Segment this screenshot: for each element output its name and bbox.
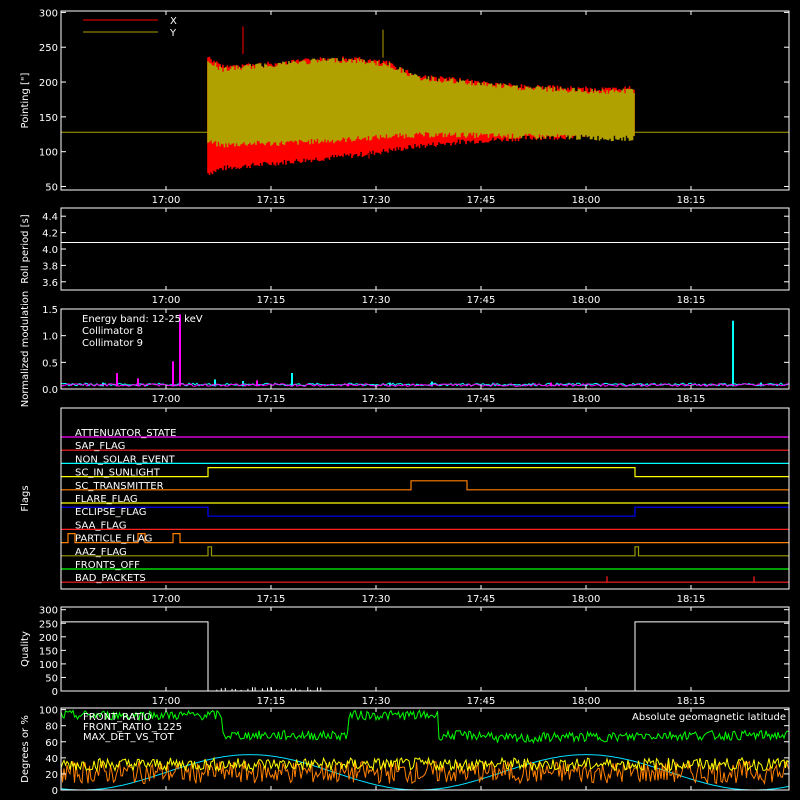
y-tick-label: 200 (39, 78, 58, 89)
y-axis-label: Degrees or % (20, 715, 31, 783)
x-tick-label: 18:00 (572, 594, 601, 605)
flag-line (61, 506, 789, 517)
y-tick-label: 0 (52, 786, 58, 797)
x-tick-label: 17:30 (362, 394, 391, 405)
flag-label: NON_SOLAR_EVENT (75, 454, 176, 465)
y-tick-label: 150 (39, 113, 58, 124)
flag-line (61, 480, 789, 491)
latitude-label: Absolute geomagnetic latitude (632, 712, 786, 723)
x-tick-label: 17:00 (152, 394, 181, 405)
series-front_ratio_1225 (60, 756, 789, 773)
flag-line (61, 576, 789, 583)
y-tick-label: 150 (39, 646, 58, 657)
x-tick-label: 18:00 (572, 195, 601, 206)
quality-line (61, 621, 789, 692)
y-tick-label: 60 (45, 738, 58, 749)
y-tick-label: 80 (45, 722, 58, 733)
y-tick-label: 40 (45, 754, 58, 765)
y-tick-label: 4.2 (42, 229, 58, 240)
flag-label: SC_TRANSMITTER (75, 481, 164, 492)
y-tick-label: 1.5 (42, 305, 58, 316)
x-tick-label: 17:00 (152, 295, 181, 306)
y-tick-label: 200 (39, 633, 58, 644)
y-axis-label: Normalized modulation (20, 291, 31, 408)
y-tick-label: 1.0 (42, 332, 58, 343)
y-tick-label: 250 (39, 43, 58, 54)
y-tick-label: 100 (39, 660, 58, 671)
figure: 17:00 17:15 17:30 17:45 18:00 18:15 Pointing [… (20, 8, 790, 797)
legend-label: Collimator 9 (82, 338, 143, 349)
x-tick-label: 17:15 (257, 195, 286, 206)
x-tick-label: 17:15 (257, 594, 286, 605)
energy-band-label: Energy band: 12-25 keV (82, 314, 203, 325)
y-tick-label: 0.0 (42, 385, 58, 396)
x-tick-label: 17:00 (152, 195, 181, 206)
y-axis-label: Flags (20, 485, 31, 511)
x-tick-label: 17:15 (257, 394, 286, 405)
flag-label: AAZ_FLAG (75, 547, 127, 558)
x-tick-label: 18:15 (677, 696, 706, 707)
x-tick-label: 17:45 (467, 295, 496, 306)
flag-label: ECLIPSE_FLAG (75, 507, 146, 518)
x-tick-label: 17:30 (362, 696, 391, 707)
x-tick-label: 17:45 (467, 195, 496, 206)
flag-line (61, 533, 789, 544)
x-tick-label: 17:15 (257, 295, 286, 306)
plot-frame-quality (60, 606, 790, 692)
x-tick-label: 18:15 (677, 594, 706, 605)
flag-label: FRONTS_OFF (75, 560, 140, 571)
series-max_det_vs_tot (60, 760, 789, 786)
x-tick-label: 17:00 (152, 594, 181, 605)
x-tick-label: 17:30 (362, 195, 391, 206)
x-tick-label: 18:15 (677, 195, 706, 206)
flag-label: SAA_FLAG (75, 520, 126, 531)
x-tick-label: 17:00 (152, 696, 181, 707)
flag-line (61, 546, 789, 557)
x-tick-label: 18:00 (572, 295, 601, 306)
flag-label: SC_IN_SUNLIGHT (75, 468, 161, 479)
y-axis-label: Pointing ["] (20, 72, 31, 128)
x-tick-label: 18:00 (572, 696, 601, 707)
y-tick-label: 3.8 (42, 261, 58, 272)
x-tick-label: 17:15 (257, 696, 286, 707)
flag-line (61, 467, 789, 478)
x-tick-label: 17:45 (467, 394, 496, 405)
y-tick-label: 4.0 (42, 245, 58, 256)
x-tick-label: 18:00 (572, 394, 601, 405)
flag-label: FLARE_FLAG (75, 494, 138, 505)
legend-label: X (170, 16, 177, 27)
legend-label: Y (169, 28, 177, 39)
y-tick-label: 300 (39, 8, 58, 19)
flag-label: BAD_PACKETS (75, 573, 146, 584)
legend-label: MAX_DET_VS_TOT (83, 732, 175, 743)
y-tick-label: 100 (39, 706, 58, 717)
y-tick-label: 100 (39, 148, 58, 159)
y-axis-label: Quality (20, 631, 31, 667)
legend-label: Collimator 8 (82, 326, 143, 337)
y-tick-label: 3.6 (42, 278, 58, 289)
x-tick-label: 17:30 (362, 594, 391, 605)
y-tick-label: 0.5 (42, 358, 58, 369)
y-tick-label: 300 (39, 606, 58, 617)
y-tick-label: 20 (45, 770, 58, 781)
flag-label: SAP_FLAG (75, 441, 125, 452)
flag-label: ATTENUATOR_STATE (75, 428, 176, 439)
x-tick-label: 17:45 (467, 696, 496, 707)
y-tick-label: 50 (45, 673, 58, 684)
y-tick-label: 250 (39, 619, 58, 630)
y-tick-label: 0 (52, 687, 58, 698)
y-axis-label: Roll period [s] (20, 214, 31, 283)
plot-frame-roll-period (60, 207, 790, 291)
x-tick-label: 18:15 (677, 295, 706, 306)
x-tick-label: 17:45 (467, 594, 496, 605)
y-tick-label: 4.4 (42, 212, 58, 223)
x-tick-label: 18:15 (677, 394, 706, 405)
y-tick-label: 50 (45, 183, 58, 194)
flag-label: PARTICLE_FLAG (75, 534, 152, 545)
x-tick-label: 17:30 (362, 295, 391, 306)
